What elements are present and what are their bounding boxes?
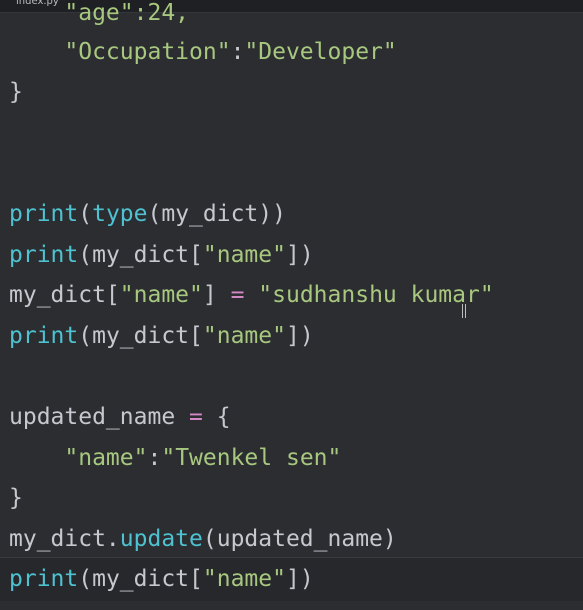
code-text: { bbox=[202, 404, 231, 430]
code-line-name-entry: "name":"Twenkel sen" bbox=[9, 438, 341, 478]
string-literal: "name" bbox=[202, 242, 286, 268]
dict-key: "name" bbox=[64, 445, 148, 471]
function-name: update bbox=[119, 526, 203, 552]
code-line-occupation: "Occupation":"Developer" bbox=[9, 32, 397, 72]
dict-key: "Occupation" bbox=[64, 39, 231, 65]
string-literal: "name" bbox=[202, 323, 286, 349]
code-line-print-name-1: print(my_dict["name"]) bbox=[9, 235, 314, 275]
code-text: my_dict[ bbox=[9, 282, 120, 308]
string-literal: "name" bbox=[119, 282, 203, 308]
code-line-assign-name: my_dict["name"] = "sudhanshu kumar" bbox=[9, 275, 494, 315]
code-line-print-name-3: print(my_dict["name"]) bbox=[9, 559, 314, 599]
paren: ( bbox=[78, 201, 93, 227]
dict-value: "Developer" bbox=[244, 39, 397, 65]
code-text: ]) bbox=[285, 242, 314, 268]
code-text: ]) bbox=[285, 566, 314, 592]
code-line-updated-name: updated_name = { bbox=[9, 397, 231, 437]
code-line-print-name-2: print(my_dict["name"]) bbox=[9, 316, 314, 356]
function-name: print bbox=[9, 566, 79, 592]
function-name: print bbox=[9, 201, 79, 227]
code-text: ] bbox=[202, 282, 231, 308]
code-line-age: "age":24, bbox=[9, 0, 190, 26]
code-text: (my_dict[ bbox=[78, 242, 203, 268]
string-literal: "name" bbox=[202, 566, 286, 592]
colon: : bbox=[147, 445, 162, 471]
code-line-close-brace-2: } bbox=[9, 485, 23, 511]
arguments: (my_dict)) bbox=[147, 201, 286, 227]
assign-operator: = bbox=[230, 282, 245, 308]
function-name: type bbox=[92, 201, 148, 227]
code-line-update-call: my_dict.update(updated_name) bbox=[9, 519, 397, 559]
string-literal: "sudhanshu kumar" bbox=[258, 282, 494, 308]
code-text: my_dict. bbox=[9, 526, 120, 552]
assign-operator: = bbox=[189, 404, 203, 430]
code-text: ]) bbox=[285, 323, 314, 349]
code-text: (my_dict[ bbox=[78, 323, 203, 349]
code-text: updated_name bbox=[9, 404, 190, 430]
code-line-print-type: print(type(my_dict)) bbox=[9, 194, 286, 234]
function-name: print bbox=[9, 242, 79, 268]
text-cursor-ibeam bbox=[462, 304, 466, 318]
code-line-close-brace: } bbox=[9, 79, 23, 105]
code-text: (updated_name) bbox=[202, 526, 397, 552]
code-text: (my_dict[ bbox=[78, 566, 203, 592]
code-editor[interactable]: index.py "age":24, "Occupation":"Develop… bbox=[0, 0, 583, 610]
dict-value: "Twenkel sen" bbox=[161, 445, 342, 471]
function-name: print bbox=[9, 323, 79, 349]
colon: : bbox=[230, 39, 245, 65]
